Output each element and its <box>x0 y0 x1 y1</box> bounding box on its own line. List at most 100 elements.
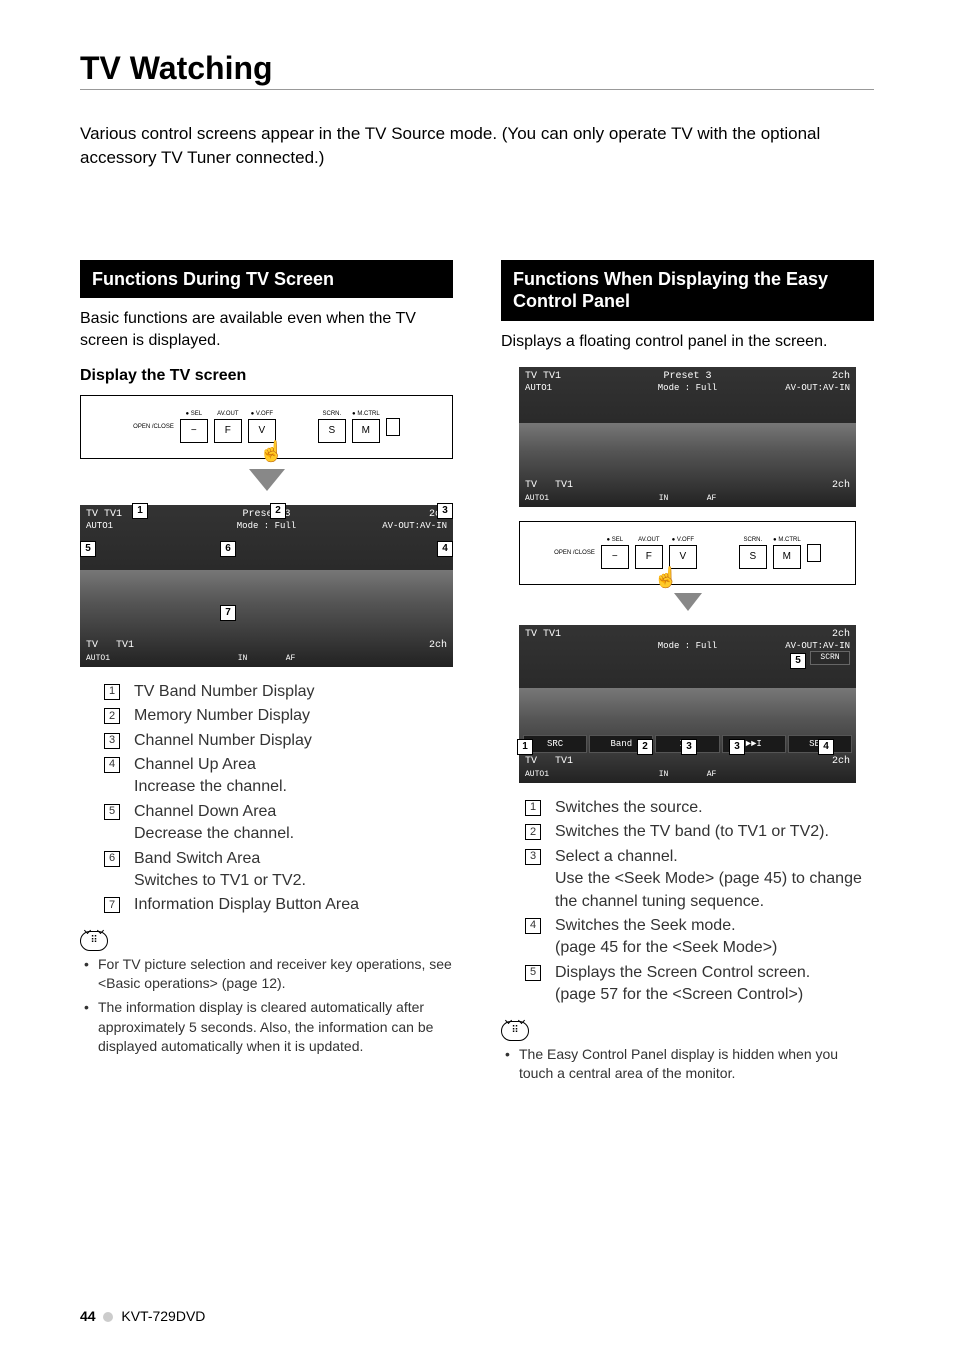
tv-screen-callout: TV TV1 Preset 3 2ch AUTO1 Mode : Full AV… <box>80 505 453 667</box>
r1-af: AF <box>707 494 717 503</box>
callout-2: 2 <box>270 503 286 519</box>
model-number: KVT-729DVD <box>121 1308 205 1324</box>
item-7-text: Information Display Button Area <box>134 896 359 913</box>
note-icon-2: ⠿ <box>501 1021 529 1041</box>
arrow-down-icon <box>249 469 285 491</box>
sc-bot-tv1: TV1 <box>116 640 134 651</box>
lbl2-scrn: SCRN. <box>744 537 763 543</box>
right-lead: Displays a floating control panel in the… <box>501 331 874 353</box>
button-panel-diagram-2: OPEN /CLOSE ● SEL − AV.OUT F ● V.OFF V SCRN… <box>501 521 874 611</box>
r2-bot-2ch: 2ch <box>832 756 850 767</box>
btn2-v[interactable]: V <box>669 545 697 569</box>
rnum-1: 1 <box>525 800 541 816</box>
page-number: 44 <box>80 1308 96 1324</box>
num-3: 3 <box>104 733 120 749</box>
sc-af: AF <box>286 654 296 663</box>
page-title: TV Watching <box>80 50 874 90</box>
btn-minus[interactable]: − <box>180 419 208 443</box>
left-section-header: Functions During TV Screen <box>80 260 453 299</box>
callout-3: 3 <box>437 503 453 519</box>
r-callout-1: 1 <box>517 739 533 755</box>
lbl2-voff: ● V.OFF <box>672 537 694 543</box>
arrow-down-icon-2 <box>674 593 702 611</box>
btn2-minus[interactable]: − <box>601 545 629 569</box>
item-1-text: TV Band Number Display <box>134 683 315 700</box>
r2-ch: 2ch <box>832 629 850 640</box>
lbl-scrn: SCRN. <box>323 411 342 417</box>
lbl-open: OPEN /CLOSE <box>133 424 174 430</box>
r1-mode: Mode : Full <box>525 383 850 393</box>
r2-tvband: TV TV1 <box>525 629 561 640</box>
r2-in: IN <box>659 770 669 779</box>
sc-in: IN <box>238 654 248 663</box>
lbl2-sel: ● SEL <box>607 537 624 543</box>
btn-s[interactable]: S <box>318 419 346 443</box>
rnum-2: 2 <box>525 824 541 840</box>
right-screen-1: TV TV1 Preset 3 2ch AUTO1 Mode : Full AV… <box>501 367 874 507</box>
callout-5: 5 <box>80 541 96 557</box>
btn2-f[interactable]: F <box>635 545 663 569</box>
left-lead: Basic functions are available even when … <box>80 308 453 353</box>
callout-7: 7 <box>220 605 236 621</box>
item-4-text: Channel Up Area <box>134 756 256 773</box>
btn2-s[interactable]: S <box>739 545 767 569</box>
ritem-4-sub: (page 45 for the <Seek Mode>) <box>555 937 874 959</box>
r1-preset: Preset 3 <box>525 371 850 382</box>
lbl-voff: ● V.OFF <box>251 411 273 417</box>
right-section-header: Functions When Displaying the Easy Contr… <box>501 260 874 321</box>
btn2-m[interactable]: M <box>773 545 801 569</box>
btn-v[interactable]: V <box>248 419 276 443</box>
item-3-text: Channel Number Display <box>134 732 312 749</box>
button-panel-diagram: OPEN /CLOSE ● SEL− AV.OUTF ● V.OFFV SCRN… <box>80 395 453 491</box>
intro-text: Various control screens appear in the TV… <box>80 122 874 170</box>
r1-bot-tv1: TV1 <box>555 480 573 491</box>
num-1: 1 <box>104 684 120 700</box>
r1-in: IN <box>659 494 669 503</box>
num-4: 4 <box>104 757 120 773</box>
scrn-button[interactable]: SCRN <box>810 651 850 665</box>
r2-bot-tv1: TV1 <box>555 756 573 767</box>
ritem-2-text: Switches the TV band (to TV1 or TV2). <box>555 823 829 840</box>
r2-af: AF <box>707 770 717 779</box>
callout-6: 6 <box>220 541 236 557</box>
right-note-1: The Easy Control Panel display is hidden… <box>505 1045 874 1084</box>
lbl2-mctrl: ● M.CTRL <box>773 537 801 543</box>
lbl-sel: ● SEL <box>186 411 203 417</box>
sc-bot-2ch: 2ch <box>429 640 447 651</box>
ritem-5-text: Displays the Screen Control screen. <box>555 964 810 981</box>
r-callout-4: 4 <box>818 739 834 755</box>
note-icon: ⠿ <box>80 931 108 951</box>
lbl-mctrl: ● M.CTRL <box>352 411 380 417</box>
ritem-3-text: Select a channel. <box>555 848 678 865</box>
right-notes: The Easy Control Panel display is hidden… <box>505 1045 874 1084</box>
r-callout-3a: 3 <box>681 739 697 755</box>
btn-m[interactable]: M <box>352 419 380 443</box>
r2-bot-tv: TV <box>525 756 537 767</box>
ritem-1-text: Switches the source. <box>555 799 703 816</box>
lbl2-open: OPEN /CLOSE <box>554 550 595 556</box>
r-callout-5: 5 <box>790 653 806 669</box>
btn-f[interactable]: F <box>214 419 242 443</box>
page-footer: 44 KVT-729DVD <box>80 1308 205 1324</box>
r2-mode: Mode : Full <box>525 641 850 651</box>
left-note-2: The information display is cleared autom… <box>84 998 453 1057</box>
left-column: Functions During TV Screen Basic functio… <box>80 260 453 1088</box>
left-note-1: For TV picture selection and receiver ke… <box>84 955 453 994</box>
callout-4: 4 <box>437 541 453 557</box>
num-6: 6 <box>104 851 120 867</box>
callout-1: 1 <box>132 503 148 519</box>
lbl2-avout: AV.OUT <box>638 537 659 543</box>
r1-bot-2ch: 2ch <box>832 480 850 491</box>
left-item-list: 1 TV Band Number Display 2 Memory Number D… <box>104 681 453 917</box>
ritem-3-sub: Use the <Seek Mode> (page 45) to change … <box>555 868 874 913</box>
right-item-list: 1 Switches the source. 2 Switches the TV b… <box>525 797 874 1007</box>
item-2-text: Memory Number Display <box>134 707 310 724</box>
num-2: 2 <box>104 708 120 724</box>
footer-dot-icon <box>103 1312 113 1322</box>
left-subhead: Display the TV screen <box>80 367 453 385</box>
ritem-5-sub: (page 57 for the <Screen Control>) <box>555 984 874 1006</box>
sc-mode: Mode : Full <box>86 521 447 531</box>
item-6-sub: Switches to TV1 or TV2. <box>134 870 453 892</box>
r-callout-3b: 3 <box>729 739 745 755</box>
item-5-text: Channel Down Area <box>134 803 276 820</box>
